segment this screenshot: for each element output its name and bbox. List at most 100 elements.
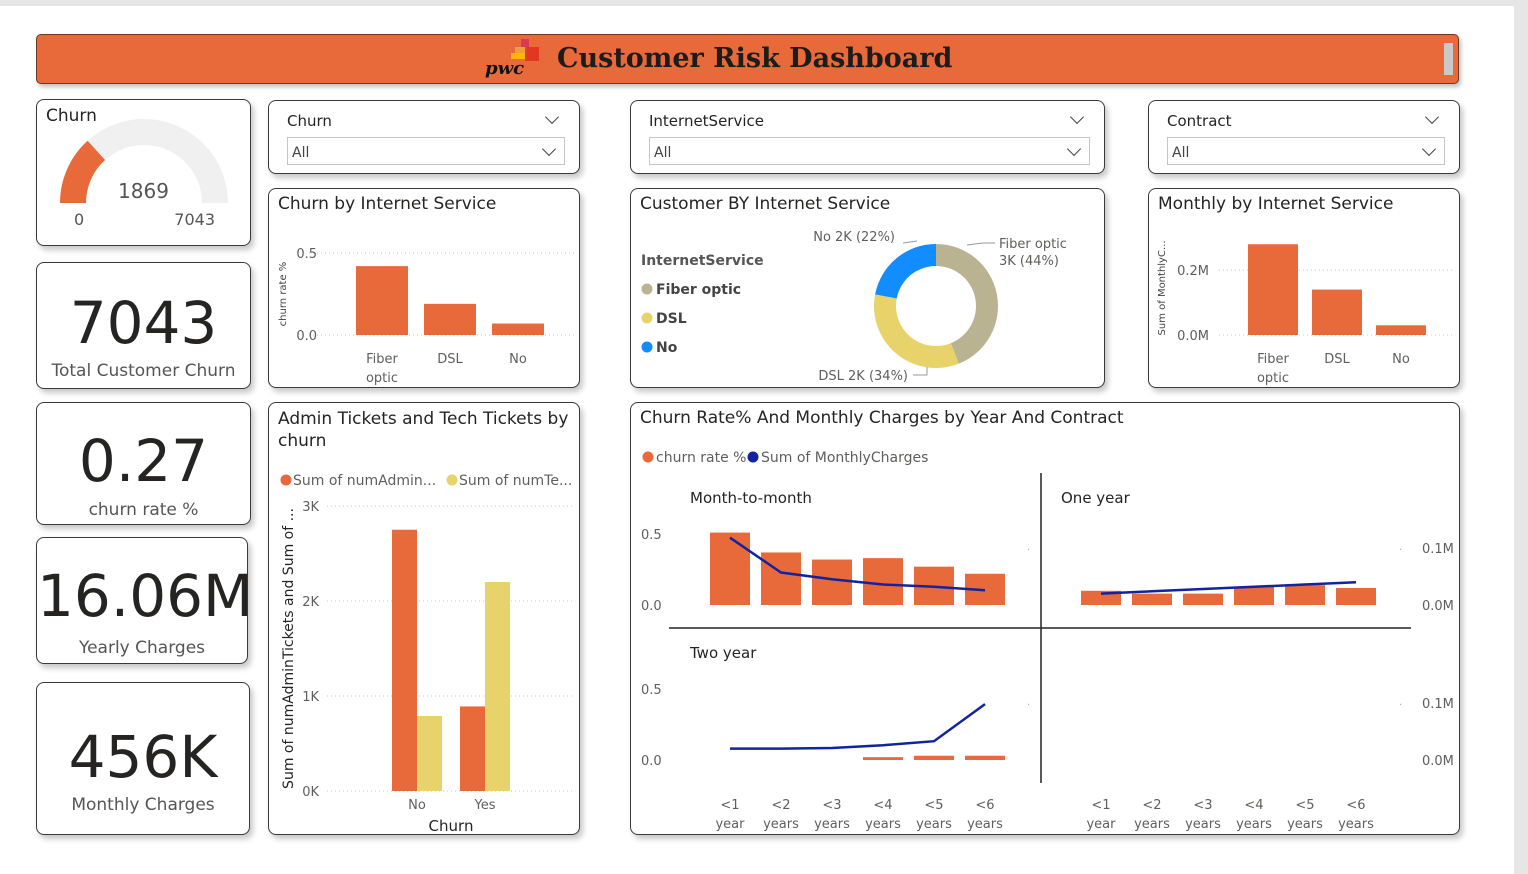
- panel-title: One year: [1061, 489, 1131, 507]
- gauge-svg: [60, 119, 228, 204]
- bar-fiber-optic: [1248, 244, 1298, 335]
- x-tick-label: optic: [366, 371, 398, 386]
- bar-churn-rate: [863, 558, 903, 605]
- slice-label-fiber: Fiber optic: [999, 237, 1067, 252]
- slicer-menu-chevron-icon[interactable]: [1069, 109, 1085, 125]
- x-tick-label: years: [1134, 817, 1170, 832]
- scroll-handle[interactable]: [1444, 43, 1453, 75]
- churn-dropdown-value: All: [292, 145, 310, 161]
- y-tick-label: 0.0: [296, 329, 317, 344]
- panel-title: Two year: [689, 644, 757, 662]
- y-axis-label: churn rate %: [278, 262, 289, 327]
- x-tick-label: <2: [1142, 798, 1161, 813]
- bar-churn-rate: [1285, 585, 1325, 605]
- x-tick-label: <4: [1244, 798, 1263, 813]
- leader-line: [902, 240, 918, 244]
- slice-label-fiber-value: 3K (44%): [999, 254, 1059, 269]
- x-tick-label: optic: [1257, 371, 1289, 386]
- contract-slicer-title: Contract: [1167, 112, 1232, 130]
- contract-slicer: Contract All: [1148, 100, 1460, 174]
- bar-no-series-1: [417, 715, 442, 791]
- line-monthly-charges: [730, 703, 986, 750]
- legend-item: Sum of numAdmin...: [293, 473, 436, 489]
- y-right-tick-label: 0.1M: [1422, 697, 1454, 712]
- yearly-charges-label: Yearly Charges: [78, 638, 206, 658]
- x-tick-label: DSL: [437, 352, 463, 367]
- x-tick-label: years: [1338, 817, 1374, 832]
- internet-service-dropdown-value: All: [654, 145, 672, 161]
- tickets-by-churn-chart: Sum of numAdmin... Sum of numTe... 0K 1K 2K 3…: [280, 473, 574, 835]
- bar-dsl: [1312, 289, 1362, 335]
- legend-dot-churn-rate: [642, 451, 654, 463]
- churn-dropdown[interactable]: All: [287, 137, 565, 165]
- x-axis-label: Churn: [429, 817, 474, 835]
- bar-churn-rate: [1132, 593, 1172, 605]
- x-tick-label: <3: [822, 798, 841, 813]
- y-tick-label: 1K: [302, 690, 319, 705]
- legend-item: DSL: [656, 311, 687, 327]
- bar-churn-rate: [965, 755, 1005, 760]
- y-axis-label: Sum of MonthlyC...: [1157, 241, 1168, 336]
- internet-service-dropdown[interactable]: All: [649, 137, 1090, 165]
- bar-churn-rate: [863, 757, 903, 760]
- contract-dropdown[interactable]: All: [1167, 137, 1445, 165]
- legend-item: Fiber optic: [656, 282, 741, 298]
- bar-churn-rate: [1183, 593, 1223, 605]
- y-tick-label: 0.5: [296, 247, 317, 262]
- legend-item: Sum of numTe...: [459, 473, 572, 489]
- yearly-charges-value: 16.06M: [37, 562, 248, 630]
- logo-text: pwc: [485, 58, 525, 79]
- x-tick-label: Yes: [474, 798, 496, 813]
- legend-dot-fiber-optic: [641, 283, 653, 295]
- monthly-by-internet-card: Monthly by Internet Service 0.0M 0.2M Sum …: [1148, 188, 1460, 388]
- y-tick-label: 2K: [302, 595, 319, 610]
- bar-churn-rate: [812, 559, 852, 605]
- y-tick-label: 0.0M: [1177, 329, 1209, 344]
- churn-rate-card: 0.27 churn rate %: [36, 402, 251, 525]
- y-left-tick-label: 0.0: [641, 754, 662, 769]
- gauge-value: 1869: [118, 179, 169, 203]
- leader-line: [966, 242, 995, 246]
- donut-slice-no: [875, 244, 936, 299]
- x-tick-label: <4: [873, 798, 892, 813]
- churn-slicer-title: Churn: [287, 112, 332, 130]
- x-tick-label: years: [916, 817, 952, 832]
- bar-fiber-optic: [356, 266, 408, 335]
- x-tick-label: No: [408, 798, 426, 813]
- legend-title: InternetService: [641, 253, 764, 269]
- x-tick-label: DSL: [1324, 352, 1350, 367]
- churn-gauge-card: Churn 1869 0 7043: [36, 99, 251, 246]
- x-tick-label: year: [1086, 817, 1116, 832]
- bar-yes-series-0: [460, 706, 485, 791]
- customer-by-internet-card: Customer BY Internet Service InternetSer…: [630, 188, 1105, 388]
- monthly-by-internet-chart: 0.0M 0.2M Sum of MonthlyC... Fiber optic DSL N…: [1157, 241, 1454, 386]
- slice-label-dsl: DSL 2K (34%): [818, 369, 908, 384]
- x-tick-label: <5: [924, 798, 943, 813]
- monthly-charges-label: Monthly Charges: [71, 795, 215, 815]
- bar-no: [1376, 325, 1426, 335]
- y-right-tick-label: 0.1M: [1422, 542, 1454, 557]
- contract-dropdown-value: All: [1172, 145, 1190, 161]
- y-tick-label: 0.2M: [1177, 264, 1209, 279]
- yearly-charges-card: 16.06M Yearly Charges: [36, 537, 248, 664]
- gauge-max: 7043: [174, 210, 215, 229]
- axis-dot: .: [1027, 542, 1030, 553]
- report-canvas: pwc Customer Risk Dashboard Churn 1869 0…: [0, 6, 1514, 874]
- header-banner: pwc Customer Risk Dashboard: [36, 34, 1459, 84]
- panel-title: Month-to-month: [690, 489, 812, 507]
- page-title: Customer Risk Dashboard: [557, 43, 953, 74]
- monthly-charges-card: 456K Monthly Charges: [36, 682, 250, 835]
- axis-dot: .: [1027, 697, 1030, 708]
- leader-line: [913, 367, 928, 376]
- slicer-menu-chevron-icon[interactable]: [1424, 109, 1440, 125]
- slicer-menu-chevron-icon[interactable]: [544, 109, 560, 125]
- y-left-tick-label: 0.5: [641, 528, 662, 543]
- x-tick-label: Fiber: [1257, 352, 1289, 367]
- bar-churn-rate: [710, 532, 750, 605]
- tickets-by-churn-card: Admin Tickets and Tech Tickets by churn …: [268, 402, 580, 835]
- y-right-tick-label: 0.0M: [1422, 754, 1454, 769]
- x-tick-label: years: [1236, 817, 1272, 832]
- x-tick-label: <1: [720, 798, 739, 813]
- x-tick-label: No: [1392, 352, 1410, 367]
- legend-dot: [446, 474, 458, 486]
